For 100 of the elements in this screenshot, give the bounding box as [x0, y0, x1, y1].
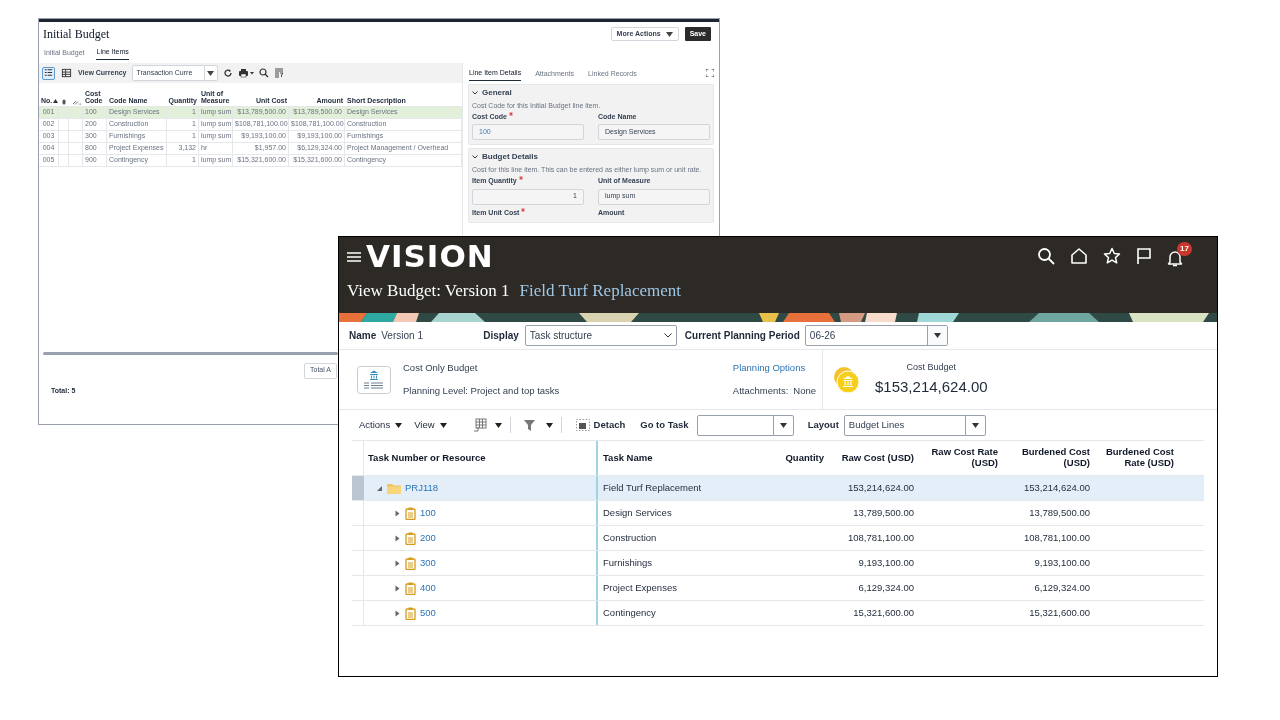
paperclip-icon [62, 99, 66, 105]
field-label: Attachments: [732, 383, 789, 398]
column-header[interactable]: Quantity [760, 441, 828, 475]
refresh-icon[interactable] [222, 68, 233, 78]
caret-icon [779, 422, 787, 428]
table-row[interactable]: 400 Project Expenses 6,129,324.00 6,129,324.00 [352, 576, 1204, 601]
field-label: Display [483, 329, 519, 343]
table-cell-text: Contingency [602, 605, 657, 620]
project-link[interactable]: Field Turf Replacement [519, 278, 681, 304]
home-icon[interactable] [1070, 247, 1088, 265]
field-label: Go to Task [640, 417, 689, 432]
expand-icon[interactable] [394, 559, 401, 567]
collapse-icon[interactable] [376, 484, 383, 492]
star-icon[interactable] [1103, 247, 1121, 265]
clipboard-icon [405, 606, 416, 620]
link-icon [71, 100, 81, 105]
caret-icon [439, 422, 447, 428]
table-row[interactable]: 100 Design Services 13,789,500.00 13,789,500.00 [352, 501, 1204, 526]
table-cell-text: 6,129,324.00 [857, 580, 915, 595]
table-cell-text: 6,129,324.00 [1033, 580, 1091, 595]
expand-icon[interactable] [706, 69, 714, 77]
field-label: Current Planning Period [684, 329, 800, 343]
clipboard-icon [405, 531, 416, 545]
expand-icon[interactable] [394, 534, 401, 542]
task-link[interactable]: 500 [420, 605, 436, 621]
table-view-button[interactable] [60, 66, 73, 80]
table-row[interactable]: 200 Construction 108,781,100.00 108,781,100.00 [352, 526, 1204, 551]
table-cell-text: 108,781,100.00 [846, 530, 915, 545]
task-link[interactable]: 400 [420, 580, 436, 596]
actions-menu[interactable]: Actions [359, 417, 403, 433]
logo: VISION [366, 240, 494, 272]
task-search-field[interactable] [696, 414, 794, 436]
planning-options-link[interactable]: Planning Options [732, 361, 816, 376]
print-icon[interactable] [237, 68, 254, 78]
search-icon[interactable] [258, 68, 269, 78]
notification-badge: 17 [1177, 242, 1192, 256]
coins-icon [833, 365, 861, 394]
task-link[interactable]: 100 [420, 505, 436, 521]
page-title: Initial Budget [43, 26, 110, 43]
column-header[interactable]: Raw Cost Rate (USD) [918, 441, 1002, 475]
table-cell-text: Furnishings [602, 555, 654, 570]
detach-icon [575, 419, 590, 431]
view-menu[interactable]: View [414, 417, 447, 433]
table-cell-text: Design Services [602, 505, 673, 520]
folder-icon [387, 482, 401, 494]
table-row[interactable]: 500 Contingency 15,321,600.00 15,321,600.00 [352, 601, 1204, 626]
page-title: View Budget: Version 1 [347, 280, 510, 303]
chevron-icon[interactable] [472, 91, 478, 95]
chevron-icon [663, 333, 672, 338]
freeze-columns-icon[interactable] [472, 418, 487, 432]
table-cell-text: 153,214,624.00 [1022, 480, 1091, 495]
task-link[interactable]: PRJ118 [405, 480, 439, 496]
table-cell-text: 153,214,624.00 [846, 480, 915, 495]
table-cell-text: 15,321,600.00 [1028, 605, 1091, 620]
field-label: Cost Budget [906, 360, 957, 374]
detach-button[interactable]: Detach [593, 417, 626, 433]
expand-icon[interactable] [394, 509, 401, 517]
field-label: Layout [807, 417, 839, 432]
caret-icon [665, 31, 673, 37]
table-cell-text: 9,193,100.00 [857, 555, 915, 570]
budget-type: Cost Only Budget [403, 360, 479, 375]
task-link[interactable]: 300 [420, 555, 436, 571]
clipboard-icon [405, 556, 416, 570]
column-header[interactable]: Burdened Cost (USD) [1002, 441, 1094, 475]
caret-icon [971, 422, 979, 428]
required-icon [509, 111, 513, 116]
bell-icon[interactable] [1167, 249, 1183, 267]
column-header[interactable]: Raw Cost (USD) [828, 441, 918, 475]
caret-icon [395, 422, 403, 428]
flag-icon[interactable] [1136, 247, 1152, 265]
required-icon [518, 176, 523, 180]
table-cell-text: 108,781,100.00 [1022, 530, 1091, 545]
table-row[interactable]: 300 Furnishings 9,193,100.00 9,193,100.00 [352, 551, 1204, 576]
period-select[interactable]: 06-26 [804, 325, 948, 346]
required-icon [521, 207, 526, 212]
clipboard-icon [405, 506, 416, 520]
table-cell-text: 13,789,500.00 [852, 505, 915, 520]
caret-icon [933, 333, 941, 338]
list-view-button[interactable] [42, 66, 55, 80]
caret-icon [207, 70, 214, 76]
expand-icon[interactable] [394, 609, 401, 617]
search-icon[interactable] [1037, 247, 1055, 265]
sort-icon [53, 99, 59, 104]
expand-icon[interactable] [394, 584, 401, 592]
column-header[interactable]: Burdened Cost Rate (USD) [1094, 441, 1178, 475]
column-header[interactable]: Task Name [598, 441, 760, 475]
menu-icon[interactable] [347, 251, 361, 263]
table-cell-text: Field Turf Replacement [602, 480, 703, 495]
table-cell-text: Project Expenses [602, 580, 678, 595]
caret-icon [494, 422, 502, 428]
field-value: None [793, 383, 816, 398]
chevron-icon[interactable] [472, 155, 478, 160]
layout-select[interactable]: Budget Lines [843, 414, 986, 436]
field-label: Name [349, 329, 377, 343]
cost-budget-amount: $153,214,624.00 [875, 377, 988, 397]
table-row[interactable]: PRJ118 Field Turf Replacement 153,214,624.00 153,214,624.00 [352, 476, 1204, 501]
section-title: Budget Details [482, 151, 538, 164]
field-value: Version 1 [381, 329, 424, 343]
task-link[interactable]: 200 [420, 530, 436, 546]
display-select[interactable]: Task structure [524, 325, 677, 346]
